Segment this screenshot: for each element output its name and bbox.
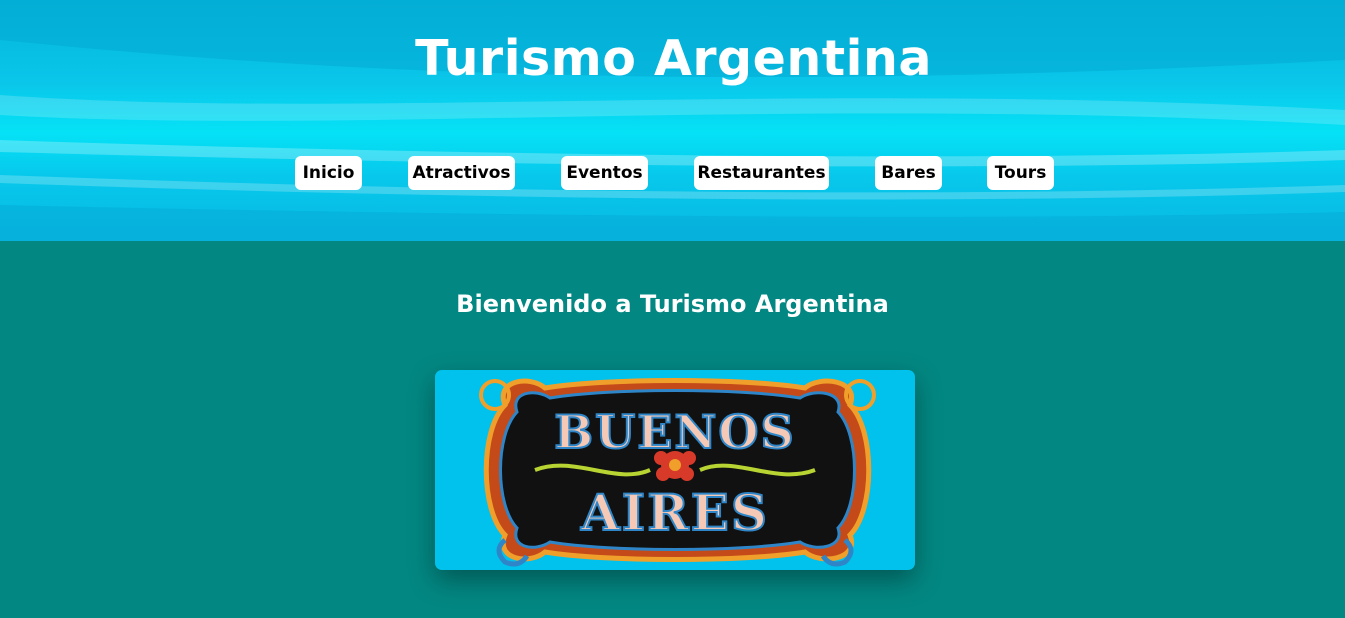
site-title: Turismo Argentina (415, 30, 932, 87)
main-nav: Inicio Atractivos Eventos Restaurantes B… (0, 156, 1345, 190)
nav-item-tours[interactable]: Tours (987, 156, 1054, 190)
nav-item-inicio[interactable]: Inicio (295, 156, 362, 190)
site-header: Turismo Argentina Inicio Atractivos Even… (0, 0, 1345, 241)
hero-text-line2: AIRES (580, 483, 769, 542)
buenos-aires-hero-image: BUENOS AIRES (435, 370, 915, 570)
nav-item-eventos[interactable]: Eventos (561, 156, 648, 190)
hero-text-line1: BUENOS (554, 405, 795, 459)
nav-item-bares[interactable]: Bares (875, 156, 942, 190)
fileteado-sign-illustration: BUENOS AIRES (479, 378, 876, 567)
nav-item-restaurantes[interactable]: Restaurantes (694, 156, 829, 190)
nav-item-atractivos[interactable]: Atractivos (408, 156, 515, 190)
welcome-heading: Bienvenido a Turismo Argentina (456, 290, 889, 318)
